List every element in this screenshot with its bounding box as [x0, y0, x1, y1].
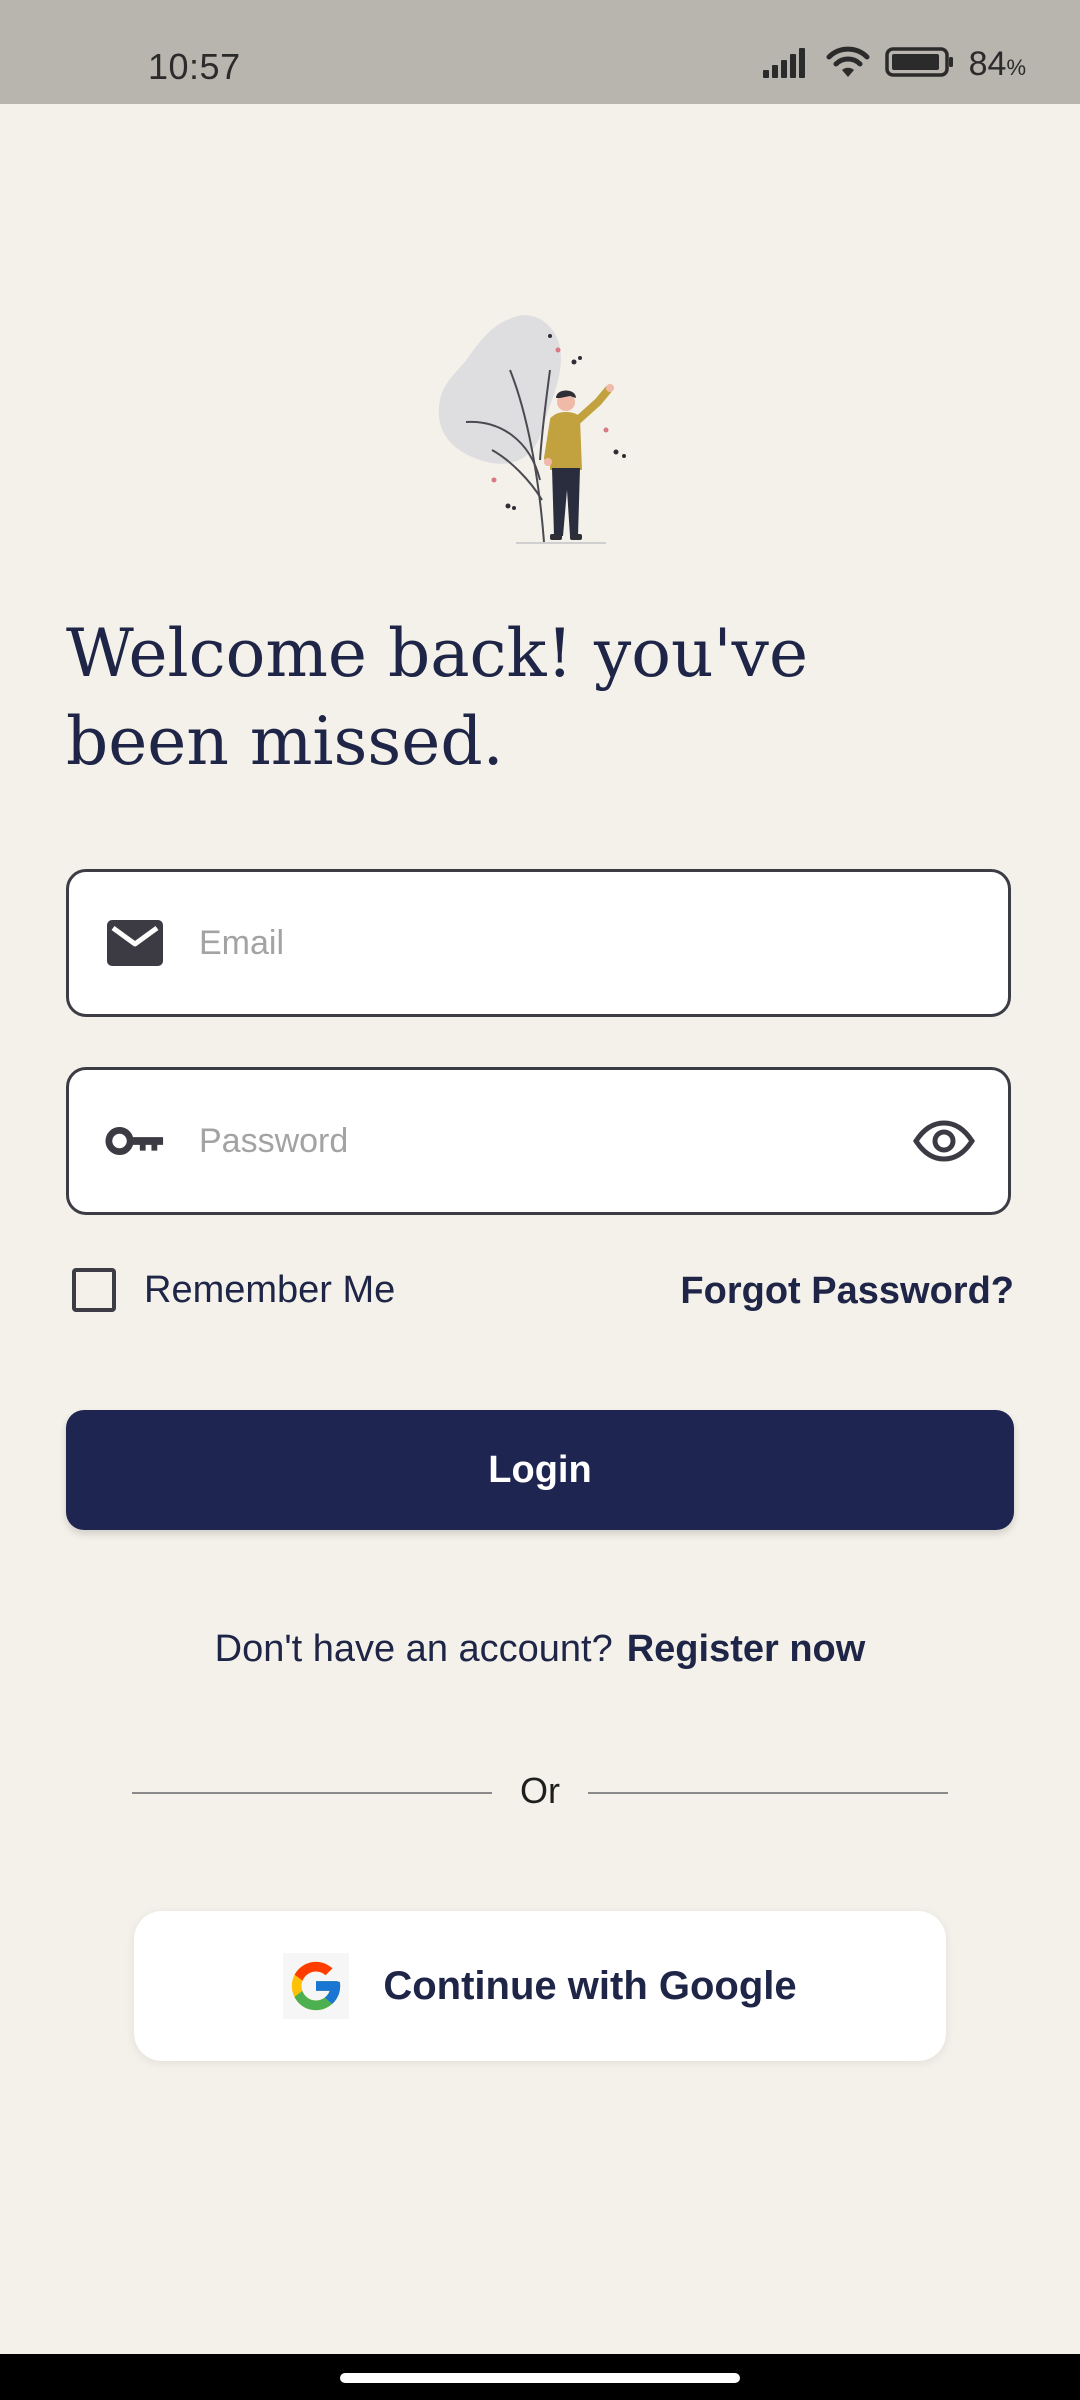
google-logo-icon — [283, 1953, 350, 2019]
home-indicator[interactable] — [340, 2373, 740, 2383]
status-icons: 84% — [762, 44, 1026, 84]
signal-icon — [762, 46, 811, 83]
mail-icon — [105, 919, 165, 967]
continue-with-google-button[interactable]: Continue with Google — [134, 1911, 946, 2061]
divider-line-right — [588, 1792, 948, 1794]
remember-me-label: Remember Me — [144, 1268, 396, 1311]
welcome-illustration — [430, 310, 650, 550]
status-time: 10:57 — [148, 46, 241, 87]
email-field[interactable] — [66, 869, 1011, 1017]
battery-percent: 84 — [968, 44, 1007, 83]
battery-unit: % — [1006, 54, 1026, 80]
remember-me-checkbox[interactable] — [72, 1268, 116, 1312]
password-field[interactable] — [66, 1067, 1011, 1215]
register-prompt: Don't have an account? — [214, 1628, 613, 1670]
battery-icon — [884, 46, 955, 83]
password-input[interactable] — [199, 1070, 879, 1212]
welcome-heading: Welcome back! you've been missed. — [66, 615, 809, 780]
eye-icon[interactable] — [912, 1117, 976, 1165]
key-icon — [105, 1117, 165, 1165]
divider-or-text: Or — [520, 1770, 560, 1811]
register-now-link[interactable]: Register now — [627, 1628, 866, 1670]
google-button-label: Continue with Google — [383, 1963, 797, 2008]
register-row: Don't have an account? Register now — [0, 1628, 1080, 1671]
remember-me-toggle[interactable]: Remember Me — [72, 1268, 395, 1312]
email-input[interactable] — [199, 872, 879, 1014]
status-bar: 10:57 84% — [0, 0, 1080, 104]
forgot-password-link[interactable]: Forgot Password? — [680, 1270, 1014, 1313]
battery-level: 84% — [969, 45, 1026, 84]
wifi-icon — [825, 45, 871, 84]
login-button[interactable]: Login — [66, 1410, 1014, 1530]
divider-line-left — [132, 1792, 492, 1794]
